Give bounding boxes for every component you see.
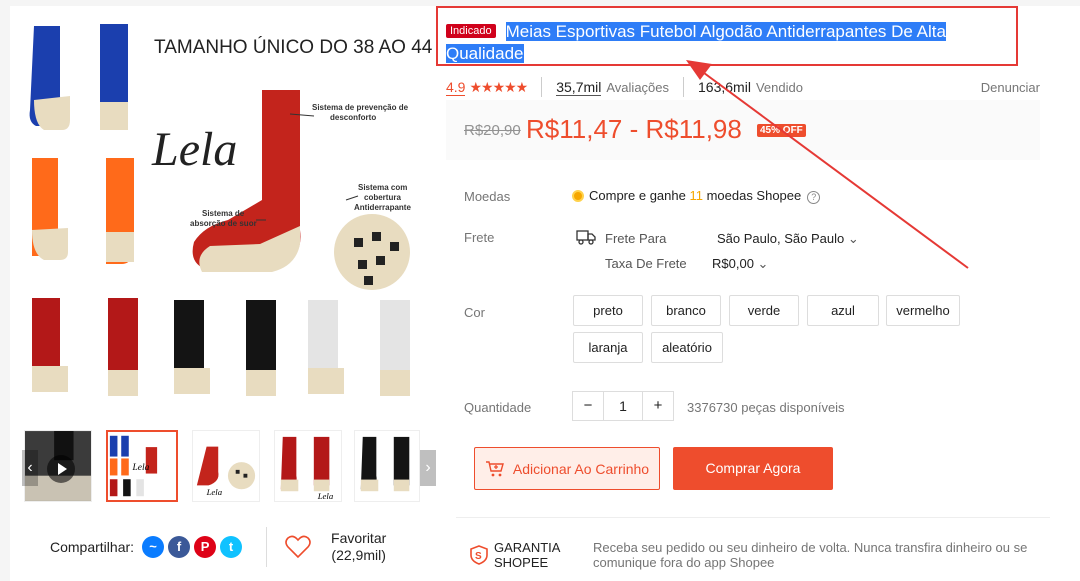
coin-icon — [572, 190, 584, 202]
svg-text:absorção de suor: absorção de suor — [190, 219, 257, 228]
svg-text:desconforto: desconforto — [330, 113, 376, 122]
chevron-down-icon: ⌄ — [757, 256, 769, 271]
play-icon[interactable] — [47, 455, 75, 483]
original-price: R$20,90 — [464, 122, 521, 139]
stat-divider — [683, 77, 685, 97]
prev-arrow-icon[interactable]: ‹ — [22, 450, 38, 486]
section-divider — [456, 517, 1050, 518]
minus-button[interactable]: − — [573, 392, 603, 420]
svg-text:Lela: Lela — [317, 491, 334, 501]
coins-pre: Compre e ganhe — [589, 188, 690, 203]
quantity-input[interactable]: 1 — [603, 392, 643, 420]
cart-icon — [485, 460, 504, 476]
plus-button[interactable]: + — [643, 392, 673, 420]
svg-text:Antiderrapante: Antiderrapante — [354, 203, 411, 212]
quantity-label: Quantidade — [464, 400, 532, 415]
svg-text:cobertura: cobertura — [364, 193, 401, 202]
pinterest-icon[interactable]: P — [194, 536, 217, 558]
ship-to-selector[interactable]: São Paulo, São Paulo ⌄ — [717, 231, 859, 247]
reviews-count[interactable]: 35,7mil — [556, 79, 602, 96]
thumbnail-red[interactable]: Lela — [274, 430, 342, 502]
truck-icon — [576, 230, 596, 245]
annotation-box — [436, 6, 1018, 66]
reviews-label: Avaliações — [606, 79, 670, 95]
color-option-preto[interactable]: preto — [573, 295, 643, 326]
favorite-count: (22,9mil) — [331, 547, 386, 563]
favorite-button[interactable]: Favoritar (22,9mil) — [331, 530, 386, 564]
color-option-verde[interactable]: verde — [729, 295, 799, 326]
color-option-vermelho[interactable]: vermelho — [886, 295, 960, 326]
coins-num: 11 — [689, 188, 703, 203]
thumbnail-black[interactable] — [354, 430, 420, 502]
heart-icon[interactable] — [285, 535, 311, 559]
coins-label: Moedas — [464, 189, 511, 204]
thumbnail-features[interactable]: Lela — [192, 430, 260, 502]
sold-count: 163,6mil — [698, 79, 751, 95]
share-row: Compartilhar: ~ f P t Favoritar (22,9mil… — [24, 522, 436, 572]
color-option-laranja[interactable]: laranja — [573, 332, 643, 363]
discount-badge: 45% OFF — [757, 124, 806, 137]
help-icon[interactable]: ? — [807, 191, 821, 204]
messenger-icon[interactable]: ~ — [142, 536, 165, 558]
ship-fee-selector[interactable]: R$0,00 ⌄ — [712, 256, 768, 272]
svg-text:Sistema de: Sistema de — [202, 209, 245, 218]
socks-illustration: TAMANHO ÚNICO DO 38 AO 44 Lela Sistema d… — [24, 20, 436, 425]
guarantee-title-2: SHOPEE — [494, 555, 549, 570]
stock-info: 3376730 peças disponíveis — [687, 400, 845, 415]
share-divider — [266, 527, 268, 567]
coins-post: moedas Shopee — [702, 188, 802, 203]
rating-stats-row: 4.9 ★★★★★ 35,7mil Avaliações 163,6mil Ve… — [446, 76, 1040, 98]
rating-value[interactable]: 4.9 — [446, 79, 466, 96]
main-product-image[interactable]: TAMANHO ÚNICO DO 38 AO 44 Lela Sistema d… — [24, 20, 436, 425]
star-rating-icon: ★★★★★ — [469, 78, 528, 95]
ship-fee-label: Taxa De Frete — [605, 256, 687, 271]
color-option-aleatorio[interactable]: aleatório — [651, 332, 723, 363]
current-price: R$11,47 - R$11,98 — [526, 114, 742, 144]
shipping-label: Frete — [464, 230, 495, 245]
thumbnail-size-chart[interactable]: Lela — [106, 430, 178, 502]
ship-fee-value: R$0,00 — [712, 256, 754, 271]
guarantee-description: Receba seu pedido ou seu dinheiro de vol… — [593, 540, 1028, 570]
buy-now-button[interactable]: Comprar Agora — [673, 447, 833, 490]
next-arrow-icon[interactable]: › — [420, 450, 436, 486]
favorite-label: Favoritar — [331, 530, 387, 546]
thumbnail-strip: ‹ Lela Lela Lela › — [22, 424, 436, 504]
svg-text:Lela: Lela — [206, 487, 223, 497]
svg-text:S: S — [475, 551, 482, 562]
share-label: Compartilhar: — [50, 539, 135, 555]
ship-to-value: São Paulo, São Paulo — [717, 231, 845, 246]
price-box: R$20,90 R$11,47 - R$11,98 45% OFF — [446, 100, 1040, 160]
svg-text:Sistema de prevenção de: Sistema de prevenção de — [312, 103, 409, 112]
color-option-azul[interactable]: azul — [807, 295, 879, 326]
chevron-down-icon: ⌄ — [847, 231, 859, 246]
color-label: Cor — [464, 305, 485, 320]
add-to-cart-button[interactable]: Adicionar Ao Carrinho — [474, 447, 660, 490]
svg-text:Sistema com: Sistema com — [358, 183, 407, 192]
ship-to-label: Frete Para — [605, 231, 667, 246]
twitter-icon[interactable]: t — [220, 536, 243, 558]
sold-label: Vendido — [755, 79, 803, 95]
coins-info: Compre e ganhe 11 moedas Shopee? — [572, 188, 821, 204]
brand-text: Lela — [151, 123, 237, 176]
svg-text:Lela: Lela — [132, 463, 150, 473]
quantity-stepper: − 1 + — [572, 391, 674, 421]
add-to-cart-label: Adicionar Ao Carrinho — [512, 460, 650, 477]
guarantee-title-1: GARANTIA — [494, 540, 561, 555]
shopee-guarantee[interactable]: S GARANTIA SHOPEE — [470, 540, 560, 570]
headline-text: TAMANHO ÚNICO DO 38 AO 44 — [154, 36, 433, 58]
report-link[interactable]: Denunciar — [981, 80, 1040, 95]
stat-divider — [541, 77, 543, 97]
facebook-icon[interactable]: f — [168, 536, 191, 558]
color-option-branco[interactable]: branco — [651, 295, 721, 326]
shield-icon: S — [470, 545, 488, 565]
